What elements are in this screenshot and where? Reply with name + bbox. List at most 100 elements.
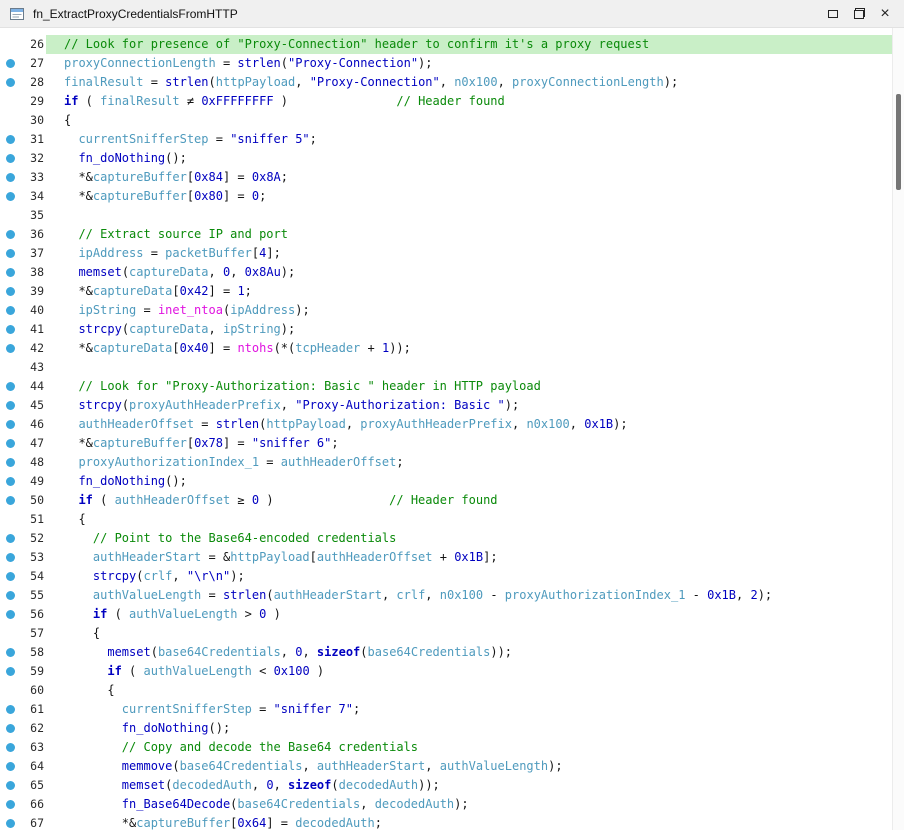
code-line[interactable]: 48 proxyAuthorizationIndex_1 = authHeade…: [0, 453, 904, 472]
code-line[interactable]: 31 currentSnifferStep = "sniffer 5";: [0, 130, 904, 149]
line-gutter: 48: [0, 453, 46, 472]
code-line[interactable]: 36 // Extract source IP and port: [0, 225, 904, 244]
variable-token: authValueLength: [144, 664, 252, 678]
code-line[interactable]: 26// Look for presence of "Proxy-Connect…: [0, 35, 904, 54]
variable-token: captureData: [129, 265, 208, 279]
code-text: [64, 132, 78, 146]
code-line[interactable]: 33 *&captureBuffer[0x84] = 0x8A;: [0, 168, 904, 187]
code-line[interactable]: 56 if ( authValueLength > 0 ): [0, 605, 904, 624]
code-line[interactable]: 41 strcpy(captureData, ipString);: [0, 320, 904, 339]
line-gutter: 59: [0, 662, 46, 681]
code-line[interactable]: 46 authHeaderOffset = strlen(httpPayload…: [0, 415, 904, 434]
code-text: [64, 455, 78, 469]
close-button[interactable]: ×: [872, 3, 898, 25]
code-content: {: [46, 624, 892, 643]
code-text: =: [209, 132, 231, 146]
line-gutter: 36: [0, 225, 46, 244]
code-line[interactable]: 59 if ( authValueLength < 0x100 ): [0, 662, 904, 681]
line-number: 39: [15, 282, 46, 301]
line-number: 57: [15, 624, 46, 643]
code-line[interactable]: 35: [0, 206, 904, 225]
line-gutter: 33: [0, 168, 46, 187]
line-number: 59: [15, 662, 46, 681]
line-gutter: 66: [0, 795, 46, 814]
variable-token: authHeaderStart: [317, 759, 425, 773]
code-line[interactable]: 40 ipString = inet_ntoa(ipAddress);: [0, 301, 904, 320]
code-content: ipString = inet_ntoa(ipAddress);: [46, 301, 892, 320]
code-line[interactable]: 39 *&captureData[0x42] = 1;: [0, 282, 904, 301]
code-content: currentSnifferStep = "sniffer 7";: [46, 700, 892, 719]
line-gutter: 57: [0, 624, 46, 643]
comment-token: // Copy and decode the Base64 credential…: [122, 740, 418, 754]
code-line[interactable]: 51 {: [0, 510, 904, 529]
code-line[interactable]: 66 fn_Base64Decode(base64Credentials, de…: [0, 795, 904, 814]
code-content: memmove(base64Credentials, authHeaderSta…: [46, 757, 892, 776]
code-line[interactable]: 60 {: [0, 681, 904, 700]
variable-token: currentSnifferStep: [78, 132, 208, 146]
line-marker-dot: [6, 401, 15, 410]
restore-icon: [854, 8, 865, 19]
function-token: strlen: [165, 75, 208, 89]
code-text: ,: [295, 75, 309, 89]
code-text: [64, 151, 78, 165]
code-text: ≠: [180, 94, 202, 108]
code-line[interactable]: 44 // Look for "Proxy-Authorization: Bas…: [0, 377, 904, 396]
string-token: "sniffer 6": [252, 436, 331, 450]
code-line[interactable]: 34 *&captureBuffer[0x80] = 0;: [0, 187, 904, 206]
line-number: 58: [15, 643, 46, 662]
keyword-token: if: [78, 493, 92, 507]
code-line[interactable]: 45 strcpy(proxyAuthHeaderPrefix, "Proxy-…: [0, 396, 904, 415]
code-line[interactable]: 65 memset(decodedAuth, 0, sizeof(decoded…: [0, 776, 904, 795]
maximize-button[interactable]: [820, 3, 846, 25]
line-marker-dot: [6, 458, 15, 467]
code-line[interactable]: 27proxyConnectionLength = strlen("Proxy-…: [0, 54, 904, 73]
code-text: =: [143, 246, 165, 260]
code-line[interactable]: 61 currentSnifferStep = "sniffer 7";: [0, 700, 904, 719]
code-text: ] =: [223, 189, 252, 203]
line-number: 67: [15, 814, 46, 830]
code-line[interactable]: 43: [0, 358, 904, 377]
variable-token: proxyConnectionLength: [64, 56, 216, 70]
code-line[interactable]: 53 authHeaderStart = &httpPayload[authHe…: [0, 548, 904, 567]
variable-token: authValueLength: [93, 588, 201, 602]
titlebar[interactable]: fn_ExtractProxyCredentialsFromHTTP ×: [0, 0, 904, 28]
code-line[interactable]: 67 *&captureBuffer[0x64] = decodedAuth;: [0, 814, 904, 830]
code-line[interactable]: 28finalResult = strlen(httpPayload, "Pro…: [0, 73, 904, 92]
code-line[interactable]: 38 memset(captureData, 0, 0x8Au);: [0, 263, 904, 282]
code-line[interactable]: 49 fn_doNothing();: [0, 472, 904, 491]
function-token: strlen: [237, 56, 280, 70]
code-text: =: [259, 455, 281, 469]
code-line[interactable]: 54 strcpy(crlf, "\r\n");: [0, 567, 904, 586]
line-number: 29: [15, 92, 46, 111]
code-content: memset(decodedAuth, 0, sizeof(decodedAut…: [46, 776, 892, 795]
code-line[interactable]: 57 {: [0, 624, 904, 643]
number-token: 0x42: [180, 284, 209, 298]
comment-token: // Point to the Base64-encoded credentia…: [93, 531, 396, 545]
pseudocode-editor[interactable]: 26// Look for presence of "Proxy-Connect…: [0, 28, 904, 830]
code-line[interactable]: 29if ( finalResult ≠ 0xFFFFFFFF ) // Hea…: [0, 92, 904, 111]
line-number: 50: [15, 491, 46, 510]
line-gutter: 47: [0, 434, 46, 453]
code-text: ,: [570, 417, 584, 431]
restore-button[interactable]: [846, 3, 872, 25]
code-line[interactable]: 63 // Copy and decode the Base64 credent…: [0, 738, 904, 757]
code-line[interactable]: 50 if ( authHeaderOffset ≥ 0 ) // Header…: [0, 491, 904, 510]
code-line[interactable]: 42 *&captureData[0x40] = ntohs(*(tcpHead…: [0, 339, 904, 358]
code-text: (: [172, 759, 179, 773]
code-line[interactable]: 52 // Point to the Base64-encoded creden…: [0, 529, 904, 548]
code-content: {: [46, 510, 892, 529]
code-content: fn_doNothing();: [46, 719, 892, 738]
code-line[interactable]: 58 memset(base64Credentials, 0, sizeof(b…: [0, 643, 904, 662]
vertical-scrollbar[interactable]: [892, 28, 904, 830]
code-text: ));: [418, 778, 440, 792]
line-marker-dot: [6, 59, 15, 68]
code-line[interactable]: 64 memmove(base64Credentials, authHeader…: [0, 757, 904, 776]
code-line[interactable]: 37 ipAddress = packetBuffer[4];: [0, 244, 904, 263]
code-line[interactable]: 62 fn_doNothing();: [0, 719, 904, 738]
code-text: >: [237, 607, 259, 621]
code-line[interactable]: 30{: [0, 111, 904, 130]
code-line[interactable]: 55 authValueLength = strlen(authHeaderSt…: [0, 586, 904, 605]
code-line[interactable]: 47 *&captureBuffer[0x78] = "sniffer 6";: [0, 434, 904, 453]
scrollbar-thumb[interactable]: [896, 94, 901, 190]
code-line[interactable]: 32 fn_doNothing();: [0, 149, 904, 168]
